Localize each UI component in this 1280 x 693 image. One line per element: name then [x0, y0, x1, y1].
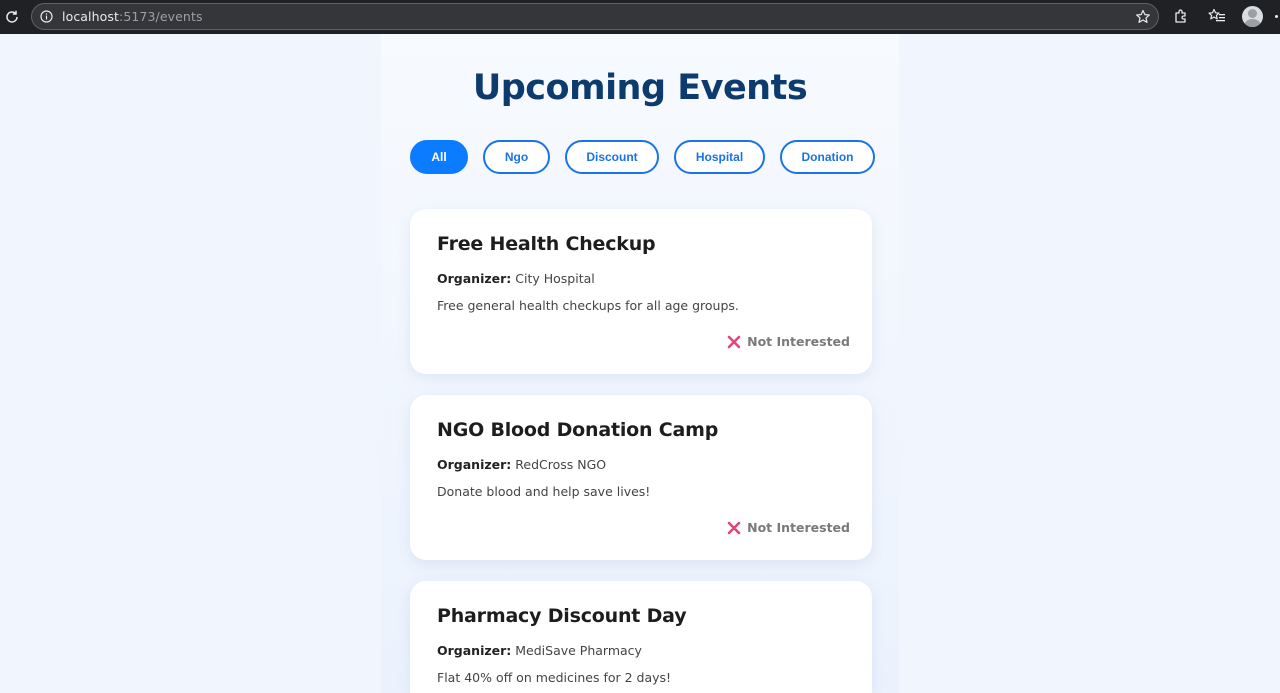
event-title: NGO Blood Donation Camp [437, 419, 719, 441]
not-interested-button[interactable]: Not Interested [726, 520, 850, 535]
event-organizer: Organizer: MediSave Pharmacy [437, 643, 642, 658]
event-title: Pharmacy Discount Day [437, 605, 687, 627]
browser-toolbar: localhost:5173/events [0, 0, 1280, 34]
event-card: Pharmacy Discount Day Organizer: MediSav… [410, 581, 872, 693]
filter-bar: All Ngo Discount Hospital Donation [410, 140, 875, 174]
info-icon[interactable] [39, 10, 53, 24]
close-icon [726, 520, 741, 535]
event-card: NGO Blood Donation Camp Organizer: RedCr… [410, 395, 872, 560]
page-background: Upcoming Events All Ngo Discount Hospita… [0, 34, 1280, 693]
event-description: Flat 40% off on medicines for 2 days! [437, 670, 672, 685]
url-text: localhost:5173/events [62, 9, 203, 24]
event-card: Free Health Checkup Organizer: City Hosp… [410, 209, 872, 374]
filter-donation-button[interactable]: Donation [780, 140, 875, 174]
filter-all-button[interactable]: All [410, 140, 468, 174]
profile-avatar[interactable] [1242, 5, 1263, 27]
not-interested-label: Not Interested [747, 520, 850, 535]
filter-ngo-button[interactable]: Ngo [483, 140, 550, 174]
event-description: Donate blood and help save lives! [437, 484, 651, 499]
url-host: localhost [62, 9, 120, 24]
not-interested-button[interactable]: Not Interested [726, 334, 850, 349]
url-path: :5173/events [119, 9, 203, 24]
extensions-icon[interactable] [1170, 5, 1192, 27]
organizer-name: City Hospital [515, 271, 595, 286]
not-interested-label: Not Interested [747, 334, 850, 349]
event-description: Free general health checkups for all age… [437, 298, 739, 313]
events-container: Upcoming Events All Ngo Discount Hospita… [381, 34, 899, 693]
close-icon [726, 334, 741, 349]
organizer-name: MediSave Pharmacy [515, 643, 642, 658]
event-organizer: Organizer: RedCross NGO [437, 457, 606, 472]
filter-discount-button[interactable]: Discount [565, 140, 659, 174]
filter-hospital-button[interactable]: Hospital [674, 140, 765, 174]
star-icon[interactable] [1134, 8, 1152, 26]
reload-icon[interactable] [2, 7, 22, 27]
favorites-icon[interactable] [1206, 5, 1228, 27]
organizer-label: Organizer: [437, 457, 512, 472]
organizer-label: Organizer: [437, 271, 512, 286]
organizer-label: Organizer: [437, 643, 512, 658]
address-bar[interactable]: localhost:5173/events [31, 3, 1159, 30]
page-title: Upcoming Events [472, 68, 808, 108]
more-icon[interactable] [1275, 15, 1278, 18]
event-organizer: Organizer: City Hospital [437, 271, 595, 286]
organizer-name: RedCross NGO [515, 457, 607, 472]
event-title: Free Health Checkup [437, 233, 656, 255]
